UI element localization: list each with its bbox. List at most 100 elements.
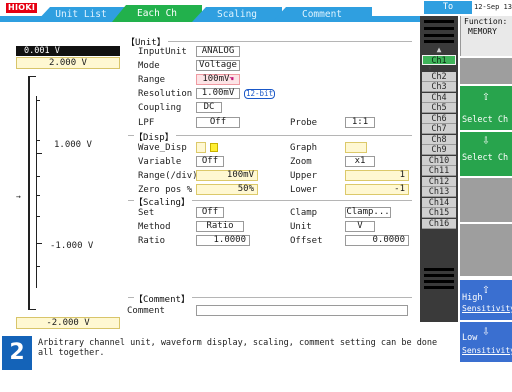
high-sensitivity-caption: Sensitivity (462, 304, 512, 313)
lower-field[interactable]: -1 (345, 184, 409, 195)
channel-strip-bar (424, 34, 454, 37)
input-unit-field[interactable]: ANALOG (196, 46, 240, 57)
function-value: MEMORY (468, 27, 497, 36)
sensitivity-up-icon: ⇧ (482, 282, 490, 297)
zero-position-arrow-icon: → (16, 192, 21, 201)
method-label: Method (138, 222, 171, 232)
channel-scroll-up-icon[interactable]: ▲ (428, 46, 450, 54)
lpf-field[interactable]: Off (196, 117, 240, 128)
lpf-label: LPF (138, 118, 155, 128)
scale-tick (36, 176, 40, 177)
to-waveform-button[interactable]: To waveform (424, 1, 472, 25)
resolution-bits-badge: 12-bit (244, 89, 276, 99)
tab-unit-list[interactable]: Unit List (36, 7, 126, 22)
comment-label: Comment (127, 306, 165, 316)
scale-tick (28, 76, 36, 77)
mode-field[interactable]: Voltage (196, 60, 240, 71)
clamp-label: Clamp (290, 208, 318, 218)
channel-item-ch7[interactable]: Ch7 (422, 124, 456, 134)
comment-input[interactable] (196, 305, 408, 316)
cursor-icon: ☚ (229, 75, 234, 83)
channel-item-ch16[interactable]: Ch16 (422, 218, 456, 229)
zero-pos-field[interactable]: 50% (196, 184, 258, 195)
channel-item-ch15[interactable]: Ch15 (422, 208, 456, 218)
scaling-unit-field[interactable]: V (345, 221, 375, 232)
high-sensitivity-button[interactable]: High ⇧ Sensitivity (460, 280, 512, 320)
scale-axis-line (28, 76, 30, 310)
scale-tick (36, 100, 40, 101)
channel-item-ch11[interactable]: Ch11 (422, 166, 456, 176)
channel-item-ch9[interactable]: Ch9 (422, 145, 456, 155)
channel-item-ch6[interactable]: Ch6 (422, 113, 456, 124)
side-button-blank (460, 178, 512, 222)
section-title-disp: 【Disp】 (134, 130, 176, 143)
scale-tick (36, 140, 40, 141)
clamp-button[interactable]: Clamp... (345, 207, 391, 218)
scale-lower-value: -2.000 V (16, 317, 120, 329)
zoom-field[interactable]: x1 (345, 156, 375, 167)
channel-item-ch5[interactable]: Ch5 (422, 103, 456, 113)
sensitivity-down-icon: ⇩ (482, 324, 490, 339)
scale-label-upper: 1.000 V (54, 140, 92, 150)
channel-item-ch14[interactable]: Ch14 (422, 197, 456, 208)
offset-label: Offset (290, 236, 323, 246)
graph-field[interactable] (345, 142, 367, 153)
help-description: Arbitrary channel unit, waveform display… (38, 338, 438, 358)
function-label: Function: (464, 17, 508, 26)
brand-logo: HIOKI (6, 3, 38, 13)
channel-strip-bar (424, 274, 454, 277)
tab-comment[interactable]: Comment (272, 7, 372, 22)
scale-label-lower: -1.000 V (50, 241, 94, 251)
channel-strip-bar (424, 27, 454, 30)
scale-tick (36, 243, 42, 244)
range-field[interactable]: 100mV☚ (196, 74, 240, 85)
arrow-up-icon: ⇧ (482, 89, 490, 104)
select-ch-down-button[interactable]: ⇩ Select Ch (460, 132, 512, 176)
wave-disp-toggle[interactable] (196, 142, 206, 153)
graph-label: Graph (290, 143, 318, 153)
channel-item-ch8[interactable]: Ch8 (422, 134, 456, 145)
channel-item-ch12[interactable]: Ch12 (422, 176, 456, 187)
offset-field[interactable]: 0.0000 (345, 235, 409, 246)
select-ch-up-button[interactable]: ⇧ Select Ch (460, 86, 512, 130)
channel-strip-bar (424, 286, 454, 289)
low-sensitivity-button[interactable]: Low ⇩ Sensitivity (460, 322, 512, 362)
scaling-set-field[interactable]: Off (196, 207, 224, 218)
channel-item-ch10[interactable]: Ch10 (422, 155, 456, 166)
tab-scaling[interactable]: Scaling (192, 7, 282, 22)
upper-field[interactable]: 1 (345, 170, 409, 181)
low-sensitivity-caption: Sensitivity (462, 346, 512, 355)
resolution-field: 1.00mV (196, 88, 240, 99)
probe-label: Probe (290, 118, 318, 128)
low-sensitivity-label: Low (462, 333, 478, 343)
channel-item-ch1[interactable]: Ch1 (422, 55, 456, 66)
scale-tick (28, 309, 36, 310)
section-divider (128, 41, 412, 42)
channel-item-ch4[interactable]: Ch4 (422, 92, 456, 103)
side-button-blank (460, 224, 512, 276)
coupling-field[interactable]: DC (196, 102, 222, 113)
channel-item-ch13[interactable]: Ch13 (422, 187, 456, 197)
upper-label: Upper (290, 171, 318, 181)
resolution-label: Resolution (138, 89, 193, 99)
scale-upper-value: 2.000 V (16, 57, 120, 69)
select-ch-up-label: Select Ch (462, 115, 509, 125)
wave-color-swatch[interactable] (210, 143, 218, 152)
scaling-unit-label: Unit (290, 222, 312, 232)
zero-pos-label: Zero pos % (138, 185, 193, 195)
channel-strip-bar (424, 280, 454, 283)
scale-tick (36, 195, 40, 196)
channel-item-ch3[interactable]: Ch3 (422, 82, 456, 92)
wave-disp-label: Wave_Disp (138, 143, 187, 153)
tab-each-ch[interactable]: Each Ch (112, 5, 202, 22)
ratio-field[interactable]: 1.0000 (196, 235, 250, 246)
variable-field[interactable]: Off (196, 156, 224, 167)
side-button-blank (460, 58, 512, 84)
probe-field[interactable]: 1:1 (345, 117, 375, 128)
arrow-down-icon: ⇩ (482, 133, 490, 148)
channel-item-ch2[interactable]: Ch2 (422, 71, 456, 82)
datetime-display: 12-Sep 13:31 (474, 3, 512, 11)
range-div-field[interactable]: 100mV (196, 170, 258, 181)
zoom-label: Zoom (290, 157, 312, 167)
method-field[interactable]: Ratio (196, 221, 244, 232)
